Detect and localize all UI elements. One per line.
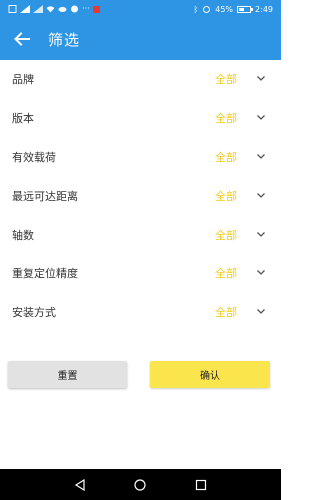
filter-row-max-reach[interactable]: 最远可达距离 全部	[0, 176, 281, 215]
filter-label: 有效载荷	[12, 150, 56, 164]
filter-label: 重复定位精度	[12, 267, 78, 281]
filter-label: 安装方式	[12, 306, 56, 320]
signal-icon-2	[33, 5, 43, 13]
chevron-down-icon	[257, 192, 265, 198]
recording-icon	[92, 5, 100, 13]
chevron-down-icon	[257, 309, 265, 315]
nav-recents-button[interactable]	[191, 475, 211, 495]
bluetooth-icon: ᛒ	[193, 4, 199, 14]
chevron-down-icon	[257, 231, 265, 237]
battery-fill	[239, 7, 245, 11]
filter-row-version[interactable]: 版本 全部	[0, 99, 281, 138]
app-bar: 筛选	[0, 18, 281, 60]
chevron-down-icon	[257, 115, 265, 121]
chevron-down-icon	[257, 270, 265, 276]
status-left-icons: ···	[8, 4, 100, 14]
more-dots-icon: ···	[82, 4, 90, 13]
filter-value: 全部	[215, 73, 237, 87]
filter-value: 全部	[215, 228, 237, 242]
triangle-back-icon	[75, 478, 85, 491]
filter-value: 全部	[215, 189, 237, 203]
filter-value: 全部	[215, 267, 237, 281]
filter-row-axes[interactable]: 轴数 全部	[0, 215, 281, 254]
back-button[interactable]	[4, 18, 40, 60]
cloud-icon	[58, 7, 67, 12]
confirm-button[interactable]: 确认	[150, 361, 270, 388]
filter-row-payload[interactable]: 有效载荷 全部	[0, 138, 281, 177]
clock: 2:49	[255, 4, 273, 14]
filter-row-brand[interactable]: 品牌 全部	[0, 60, 281, 99]
filter-label: 版本	[12, 112, 34, 126]
nav-home-button[interactable]	[130, 475, 150, 495]
filter-value: 全部	[215, 150, 237, 164]
status-bar: ··· ᛒ 45% 2:49	[0, 0, 281, 18]
arrow-left-icon	[14, 32, 30, 46]
navigation-bar	[0, 469, 281, 500]
circle-home-icon	[134, 478, 147, 491]
status-right: ᛒ 45% 2:49	[193, 3, 273, 15]
page-title: 筛选	[48, 30, 81, 49]
battery-icon	[237, 5, 254, 13]
filter-label: 品牌	[12, 73, 34, 87]
battery-percent: 45%	[215, 4, 234, 14]
alarm-icon	[203, 6, 211, 13]
chevron-down-icon	[257, 76, 265, 82]
filter-row-mounting[interactable]: 安装方式 全部	[0, 293, 281, 332]
filter-label: 轴数	[12, 228, 34, 242]
nav-back-button[interactable]	[70, 475, 90, 495]
reset-button[interactable]: 重置	[8, 361, 127, 388]
chevron-down-icon	[257, 154, 265, 159]
message-icon	[71, 5, 78, 13]
filter-value: 全部	[215, 306, 237, 320]
filter-value: 全部	[215, 112, 237, 126]
signal-icon	[20, 5, 30, 13]
filter-label: 最远可达距离	[12, 189, 78, 203]
wifi-icon	[46, 6, 55, 13]
filter-list: 品牌 全部 版本 全部 有效载荷 全部 最远可达距离 全部 轴数 全部 重复定位…	[0, 60, 281, 332]
filter-row-repeatability[interactable]: 重复定位精度 全部	[0, 254, 281, 293]
sim-icon	[8, 5, 17, 13]
square-recents-icon	[195, 479, 206, 490]
app-root: ··· ᛒ 45% 2:49 筛选 品牌 全部 版本 全部 有效载荷 全部 最远…	[0, 0, 281, 500]
